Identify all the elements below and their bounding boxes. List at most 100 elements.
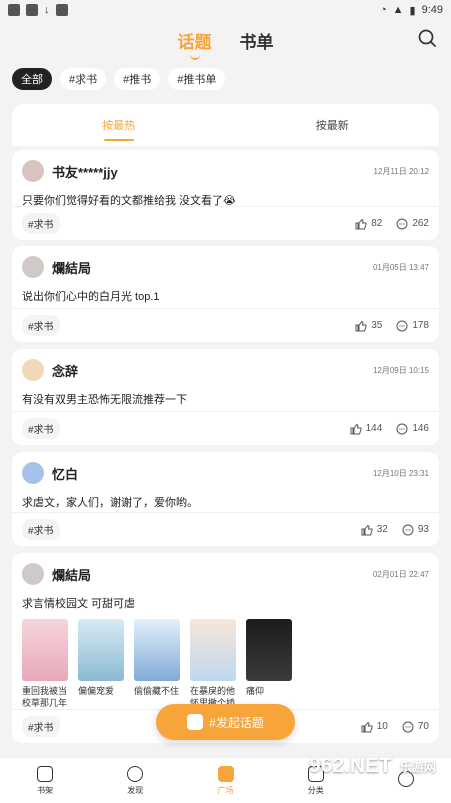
chip-booklist[interactable]: #推书单 <box>168 68 226 90</box>
notification-icon <box>8 4 20 16</box>
header: 话题 书单 <box>0 20 451 60</box>
chip-request[interactable]: #求书 <box>60 68 107 90</box>
nav-bookshelf[interactable]: 书架 <box>0 758 90 803</box>
nav-square[interactable]: 广场 <box>180 758 270 803</box>
book-item[interactable]: 偷偷藏不住 <box>134 619 180 709</box>
filter-chips: 全部 #求书 #推书 #推书单 <box>12 68 226 90</box>
comment-button[interactable]: 262 <box>396 218 429 230</box>
tab-topics[interactable]: 话题 <box>178 28 212 53</box>
like-button[interactable]: 144 <box>350 423 383 435</box>
book-item[interactable]: 重回我被当校草那几年 <box>22 619 68 709</box>
post-tag[interactable]: #求书 <box>22 418 60 439</box>
avatar[interactable] <box>22 359 44 381</box>
post-content: 求虐文，家人们，谢谢了，爱你哟。 <box>22 497 198 509</box>
book-cover <box>190 619 236 681</box>
comment-count: 262 <box>412 218 429 229</box>
sort-tabs: 按最热 按最新 <box>12 104 439 146</box>
post-tag[interactable]: #求书 <box>22 519 60 540</box>
signal-icon: ▲ <box>392 4 404 16</box>
post-time: 01月05日 13:47 <box>372 262 429 272</box>
start-topic-button[interactable]: #发起话题 <box>156 704 295 740</box>
sort-hot[interactable]: 按最热 <box>12 104 226 146</box>
book-cover <box>134 619 180 681</box>
post-time: 12月10日 23:31 <box>372 468 429 478</box>
comment-button[interactable]: 70 <box>402 721 429 733</box>
square-icon <box>217 765 234 782</box>
comment-count: 146 <box>412 423 429 434</box>
avatar[interactable] <box>22 256 44 278</box>
post-content: 说出你们心中的白月光 top.1 <box>22 291 160 303</box>
like-count: 144 <box>365 423 383 434</box>
book-title: 重回我被当校草那几年 <box>22 686 68 708</box>
book-title: 痛仰 <box>246 686 265 696</box>
post-card[interactable]: 忆白 12月10日 23:31 求虐文，家人们，谢谢了，爱你哟。 #求书 32 … <box>12 452 439 546</box>
wifi-icon: ◔ <box>379 4 387 16</box>
user-name[interactable]: 书友*****jjy <box>52 162 118 181</box>
like-count: 82 <box>371 218 383 229</box>
comment-icon <box>396 423 408 434</box>
tab-booklists[interactable]: 书单 <box>240 28 274 53</box>
like-button[interactable]: 35 <box>355 320 382 332</box>
user-name[interactable]: 爛結局 <box>52 258 91 277</box>
watermark: 962.NET 乐游网 <box>309 754 436 778</box>
post-time: 02月01日 22:47 <box>372 569 429 579</box>
comment-count: 178 <box>412 320 429 331</box>
post-content: 求言情校园文 可甜可虐 <box>22 598 136 610</box>
book-item[interactable]: 在暴戾的他怀里撒个娇 <box>190 619 236 709</box>
search-icon[interactable] <box>417 28 437 48</box>
post-card[interactable]: 念辞 12月09日 10:15 有没有双男主恐怖无限流推荐一下 #求书 144 … <box>12 349 439 445</box>
book-cover <box>78 619 124 681</box>
thumbs-up-icon <box>361 721 373 732</box>
post-tag[interactable]: #求书 <box>22 716 60 737</box>
status-bar: ↓ ◔ ▲ ▮ 9:49 <box>0 0 451 20</box>
post-card[interactable]: 爛結局 01月05日 13:47 说出你们心中的白月光 top.1 #求书 35… <box>12 246 439 342</box>
like-button[interactable]: 82 <box>355 218 382 230</box>
comment-count: 93 <box>417 524 429 535</box>
like-count: 10 <box>376 721 388 732</box>
clock: 9:49 <box>421 4 443 16</box>
sort-new[interactable]: 按最新 <box>226 104 440 146</box>
avatar[interactable] <box>22 563 44 585</box>
thumbs-up-icon <box>355 218 367 229</box>
comment-icon <box>402 524 414 535</box>
comment-icon <box>402 721 414 732</box>
avatar[interactable] <box>22 160 44 182</box>
nav-label: 广场 <box>217 785 234 795</box>
book-cover <box>246 619 292 681</box>
nav-label: 发现 <box>127 785 144 795</box>
book-item[interactable]: 偏偏宠爱 <box>78 619 124 709</box>
like-button[interactable]: 10 <box>361 721 388 733</box>
like-button[interactable]: 32 <box>361 524 388 536</box>
chip-all[interactable]: 全部 <box>12 68 52 90</box>
compass-icon <box>127 765 144 782</box>
bookshelf-icon <box>37 765 54 782</box>
post-tag[interactable]: #求书 <box>22 315 60 336</box>
like-count: 32 <box>376 524 388 535</box>
user-name[interactable]: 忆白 <box>52 464 78 483</box>
comment-button[interactable]: 146 <box>396 423 429 435</box>
post-time: 12月11日 20:12 <box>373 166 429 176</box>
chip-recommend[interactable]: #推书 <box>114 68 161 90</box>
thumbs-up-icon <box>350 423 362 434</box>
edit-icon <box>187 714 204 730</box>
user-name[interactable]: 爛結局 <box>52 565 91 584</box>
comment-count: 70 <box>417 721 429 732</box>
book-list: 重回我被当校草那几年 偏偏宠爱 偷偷藏不住 在暴戾的他怀里撒个娇 痛仰 <box>12 613 439 709</box>
book-item[interactable]: 痛仰 <box>246 619 292 709</box>
comment-button[interactable]: 93 <box>402 524 429 536</box>
start-topic-label: #发起话题 <box>209 715 264 730</box>
avatar[interactable] <box>22 462 44 484</box>
thumbs-up-icon <box>355 320 367 331</box>
notification-icon <box>26 4 38 16</box>
nav-discover[interactable]: 发现 <box>90 758 180 803</box>
post-tag[interactable]: #求书 <box>22 213 60 234</box>
comment-icon <box>396 320 408 331</box>
comment-button[interactable]: 178 <box>396 320 429 332</box>
post-card[interactable]: 书友*****jjy 12月11日 20:12 只要你们觉得好看的文都推给我 没… <box>12 150 439 240</box>
notification-icon <box>55 4 68 16</box>
download-icon: ↓ <box>44 4 50 16</box>
book-cover <box>22 619 68 681</box>
book-title: 偏偏宠爱 <box>78 686 115 696</box>
nav-label: 分类 <box>307 785 324 795</box>
user-name[interactable]: 念辞 <box>52 361 78 380</box>
